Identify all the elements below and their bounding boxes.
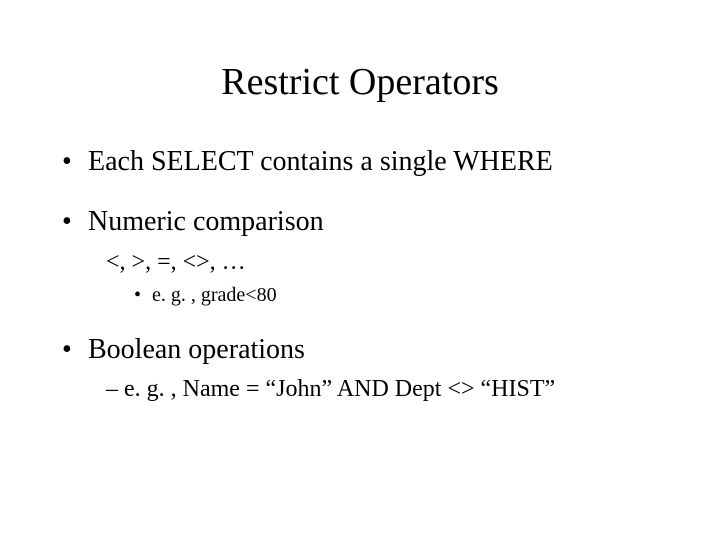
slide-title: Restrict Operators: [60, 60, 660, 104]
bullet-2-operators: <, >, =, <>, …: [106, 247, 660, 278]
bullet-3-example: – e. g. , Name = “John” AND Dept <> “HIS…: [106, 374, 660, 405]
bullet-item-3: Boolean operations – e. g. , Name = “Joh…: [60, 332, 660, 406]
bullet-2-example-list: e. g. , grade<80: [134, 282, 660, 308]
slide: Restrict Operators Each SELECT contains …: [0, 0, 720, 540]
bullet-text-3: Boolean operations: [88, 334, 305, 365]
bullet-text-2: Numeric comparison: [88, 206, 324, 237]
bullet-item-1: Each SELECT contains a single WHERE: [60, 144, 660, 180]
bullet-2-example: e. g. , grade<80: [134, 282, 660, 308]
bullet-item-2: Numeric comparison <, >, =, <>, … e. g. …: [60, 204, 660, 308]
bullet-list: Each SELECT contains a single WHERE Nume…: [60, 144, 660, 406]
bullet-text-1: Each SELECT contains a single WHERE: [88, 146, 553, 177]
